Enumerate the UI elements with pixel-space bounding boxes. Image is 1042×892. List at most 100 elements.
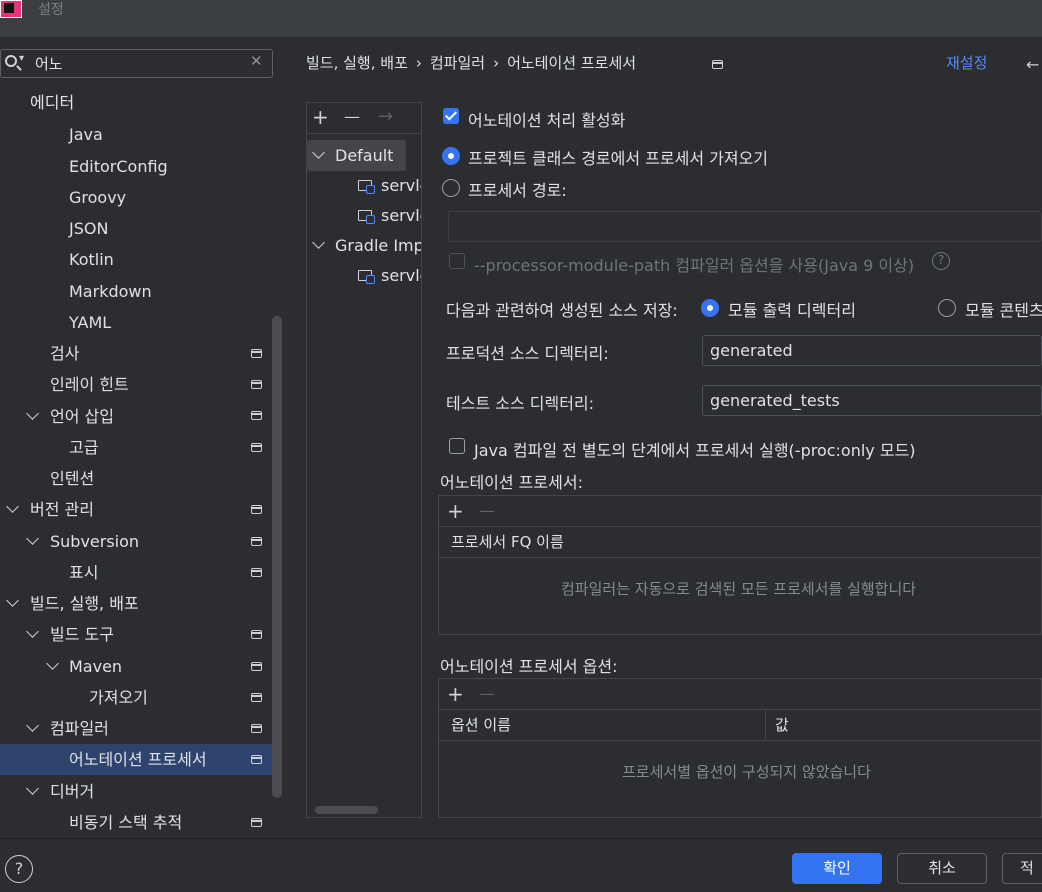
options-table-header: 옵션 이름 값 [439,710,1041,741]
store-generated-sources-label: 다음과 관련하여 생성된 소스 저장: [446,301,678,320]
project-level-icon [712,60,723,69]
project-level-icon [251,755,262,764]
search-value: 어노 [35,55,63,73]
profiles-toolbar: + — → [306,102,422,134]
sidebar-item-build-execution-deployment[interactable]: 빌드, 실행, 배포 [30,588,139,619]
sidebar-item-intentions[interactable]: 인텐션 [50,463,94,494]
processor-path-radio[interactable] [442,179,460,197]
chevron-down-icon[interactable] [26,625,39,638]
project-level-icon [251,380,262,389]
sidebar-item-java[interactable]: Java [69,119,103,150]
module-output-directory-radio[interactable] [701,299,719,317]
chevron-down-icon[interactable] [46,657,59,670]
module-folder-icon [358,180,375,194]
sidebar-item-compiler[interactable]: 컴파일러 [50,713,109,744]
column-header-value[interactable]: 값 [775,710,789,741]
processors-empty-text: 컴파일러는 자동으로 검색된 모든 프로세서를 실행합니다 [561,580,917,598]
module-folder-icon [358,270,375,284]
test-sources-dir-input[interactable]: generated_tests [702,385,1042,416]
sidebar-scrollbar[interactable] [272,316,282,798]
run-processors-separately-label[interactable]: Java 컴파일 전 별도의 단계에서 프로세서 실행(-proc:only 모… [474,437,916,461]
module-folder-icon [358,210,375,224]
reset-link[interactable]: 재설정 [946,52,987,73]
annotation-processors-title: 어노테이션 프로세서: [440,473,583,492]
project-level-icon [251,505,262,514]
profiles-horizontal-scrollbar[interactable] [315,806,378,814]
settings-search-input[interactable]: ▾ 어노 ✕ [0,49,273,78]
sidebar-item-importing[interactable]: 가져오기 [89,682,148,713]
chevron-down-icon[interactable] [26,407,39,420]
enable-annotation-processing-checkbox[interactable] [443,108,459,124]
sidebar-item-version-control[interactable]: 버전 관리 [30,494,94,525]
search-history-chevron-icon[interactable]: ▾ [19,53,24,64]
dialog-footer [0,838,1042,892]
sidebar-item-language-injections[interactable]: 언어 삽입 [50,401,114,432]
enable-annotation-processing-label[interactable]: 어노테이션 처리 활성화 [468,107,625,131]
column-header-option-name[interactable]: 옵션 이름 [451,710,511,741]
back-arrow-icon[interactable]: ← [1026,55,1039,74]
sidebar-item-editor[interactable]: 에디터 [30,87,74,118]
project-level-icon [251,693,262,702]
sidebar-item-inlay-hints[interactable]: 인레이 힌트 [50,369,129,400]
processor-options-table: + — 옵션 이름 값 프로세서별 옵션이 구성되지 않았습니다 [438,678,1042,818]
sidebar-item-markdown[interactable]: Markdown [69,276,152,307]
chevron-down-icon[interactable] [26,719,39,732]
module-output-directory-label[interactable]: 모듈 출력 디렉터리 [728,297,856,321]
breadcrumb: 빌드, 실행, 배포 › 컴파일러 › 어노테이션 프로세서 [306,52,636,73]
production-sources-dir-input[interactable]: generated [702,335,1042,366]
run-processors-separately-checkbox[interactable] [449,438,465,454]
breadcrumb-item: 컴파일러 [429,54,486,72]
remove-profile-icon[interactable]: — [344,107,360,127]
sidebar-item-groovy[interactable]: Groovy [69,182,126,213]
cancel-button[interactable]: 취소 [897,853,987,884]
test-sources-dir-label: 테스트 소스 디렉터리: [446,394,595,413]
module-content-root-label[interactable]: 모듈 콘텐츠 [965,297,1042,321]
title-bar: 설정 [0,0,1042,37]
obtain-from-classpath-label[interactable]: 프로젝트 클래스 경로에서 프로세서 가져오기 [468,145,768,169]
sidebar-item-editorconfig[interactable]: EditorConfig [69,151,168,182]
sidebar-item-build-tools[interactable]: 빌드 도구 [50,619,114,650]
processors-table-toolbar: + — [439,496,1041,527]
help-icon[interactable]: ? [932,252,950,270]
sidebar-item-debugger[interactable]: 디버거 [50,776,94,807]
processor-path-input[interactable] [448,211,1042,242]
module-content-root-radio[interactable] [938,299,956,317]
add-option-icon[interactable]: + [447,684,464,704]
processor-path-label[interactable]: 프로세서 경로: [468,177,567,201]
profile-default[interactable]: Default [335,146,393,165]
profile-gradle-imported[interactable]: Gradle Impo [335,236,421,255]
profile-module-item[interactable]: servle [381,176,421,195]
sidebar-item-yaml[interactable]: YAML [69,307,111,338]
breadcrumb-item: 빌드, 실행, 배포 [306,54,408,72]
sidebar-item-inspections[interactable]: 검사 [50,338,79,369]
chevron-down-icon[interactable] [6,594,19,607]
project-level-icon [251,630,262,639]
add-profile-icon[interactable]: + [312,107,329,127]
project-level-icon [251,349,262,358]
column-header-processor-fq-name[interactable]: 프로세서 FQ 이름 [451,527,564,558]
sidebar-item-json[interactable]: JSON [69,213,108,244]
obtain-from-classpath-radio[interactable] [442,147,460,165]
project-level-icon [251,568,262,577]
chevron-down-icon[interactable] [26,782,39,795]
add-processor-icon[interactable]: + [447,501,464,521]
ok-button[interactable]: 확인 [792,853,882,884]
intellij-app-icon [0,0,22,18]
sidebar-item-async-stack-traces[interactable]: 비동기 스택 추적 [69,807,182,838]
clear-search-icon[interactable]: ✕ [250,52,263,70]
project-level-icon [251,537,262,546]
sidebar-item-kotlin[interactable]: Kotlin [69,244,114,275]
sidebar-item-annotation-processors[interactable]: 어노테이션 프로세서 [69,744,207,775]
chevron-down-icon[interactable] [26,532,39,545]
profile-module-item[interactable]: servle [381,206,421,225]
sidebar-item-presentation[interactable]: 표시 [69,557,98,588]
search-icon[interactable] [5,55,17,67]
sidebar-item-subversion[interactable]: Subversion [50,526,139,557]
apply-button[interactable]: 적용 [1002,853,1042,884]
profile-module-item[interactable]: servle [381,266,421,285]
sidebar-item-maven[interactable]: Maven [69,651,122,682]
sidebar-item-advanced[interactable]: 고급 [69,432,98,463]
help-button[interactable]: ? [5,855,33,883]
chevron-down-icon[interactable] [6,500,19,513]
project-level-icon [251,662,262,671]
